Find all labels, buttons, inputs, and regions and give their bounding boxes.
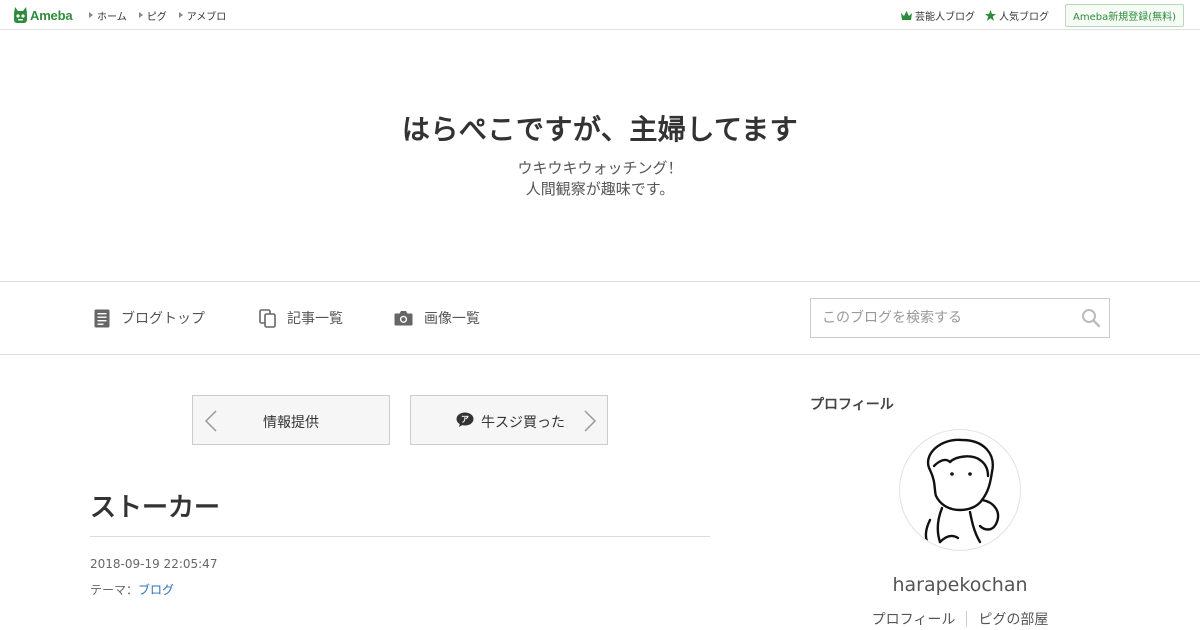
article-list-label: 記事一覧 [287,311,343,327]
profile-username[interactable]: harapekochan [810,574,1110,596]
search-icon[interactable] [1081,308,1101,328]
prev-article-label: 情報提供 [263,415,319,431]
image-list-label: 画像一覧 [424,311,480,327]
profile-heading: プロフィール [810,397,894,413]
ameba-badge-icon: ア [456,412,474,427]
divider [90,536,710,537]
blog-description-line: ウキウキウォッチング！ [517,159,683,177]
pigg-room-link[interactable]: ピグの部屋 [967,609,1059,629]
global-nav-label: アメブロ [186,11,227,23]
article-title[interactable]: ストーカー [90,487,220,524]
document-icon [94,309,110,327]
theme-label: テーマ： [90,583,139,597]
article-list-link[interactable]: 記事一覧 [259,306,343,330]
image-list-link[interactable]: 画像一覧 [394,306,480,330]
popular-blog-link[interactable]: 人気ブログ [984,8,1049,23]
blog-search [810,298,1110,338]
theme-link[interactable]: ブログ [138,583,174,597]
caret-right-icon [178,12,183,18]
ameba-logo[interactable]: Ameba [13,6,73,25]
profile-links: プロフィール ピグの部屋 [810,609,1110,629]
profile-link[interactable]: プロフィール [861,609,967,629]
celebrity-blog-link[interactable]: 芸能人ブログ [900,8,975,23]
chevron-left-icon [204,410,217,432]
star-icon [984,9,996,21]
avatar-drawing [924,438,1000,546]
global-nav: ホーム ピグ アメブロ [89,0,238,30]
chevron-right-icon [584,410,597,432]
crown-icon [900,10,912,20]
global-nav-label: ホーム [97,11,127,23]
celebrity-blog-label: 芸能人ブログ [914,11,975,23]
global-nav-label: ピグ [146,11,167,23]
copy-icon [259,308,276,328]
ameba-logo-icon [14,7,27,23]
next-article-button[interactable]: ア 牛スジ買った [410,395,608,445]
signup-button[interactable]: Ameba新規登録(無料) [1064,3,1184,27]
global-nav-ameblo[interactable]: アメブロ [178,8,227,23]
avatar[interactable] [899,429,1021,551]
blog-title[interactable]: はらぺこですが、主婦してます [0,108,1200,148]
blog-top-label: ブログトップ [121,311,205,327]
next-article-label: 牛スジ買った [481,415,565,431]
blog-nav: ブログトップ 記事一覧 画像一覧 [0,281,1200,355]
prev-article-button[interactable]: 情報提供 [192,395,390,445]
blog-top-link[interactable]: ブログトップ [94,306,205,330]
global-nav-home[interactable]: ホーム [89,8,127,23]
caret-right-icon [138,12,143,18]
article-datetime: 2018-09-19 22:05:47 [90,557,218,571]
article-theme: テーマ：ブログ [90,581,174,598]
logo-text: Ameba [30,8,73,23]
blog-description-line: 人間観察が趣味です。 [525,180,675,198]
blog-search-input[interactable] [811,299,1071,337]
global-header: Ameba ホーム ピグ アメブロ 芸能人ブログ 人気ブログ Ameba新規登録… [0,0,1200,30]
popular-blog-label: 人気ブログ [998,11,1049,23]
blog-description: ウキウキウォッチング！ 人間観察が趣味です。 [0,158,1200,200]
global-header-right: 芸能人ブログ 人気ブログ Ameba新規登録(無料) [900,0,1184,30]
camera-icon [394,311,413,326]
caret-right-icon [89,12,93,18]
svg-text:ア: ア [461,415,469,424]
global-nav-pigg[interactable]: ピグ [138,8,167,23]
